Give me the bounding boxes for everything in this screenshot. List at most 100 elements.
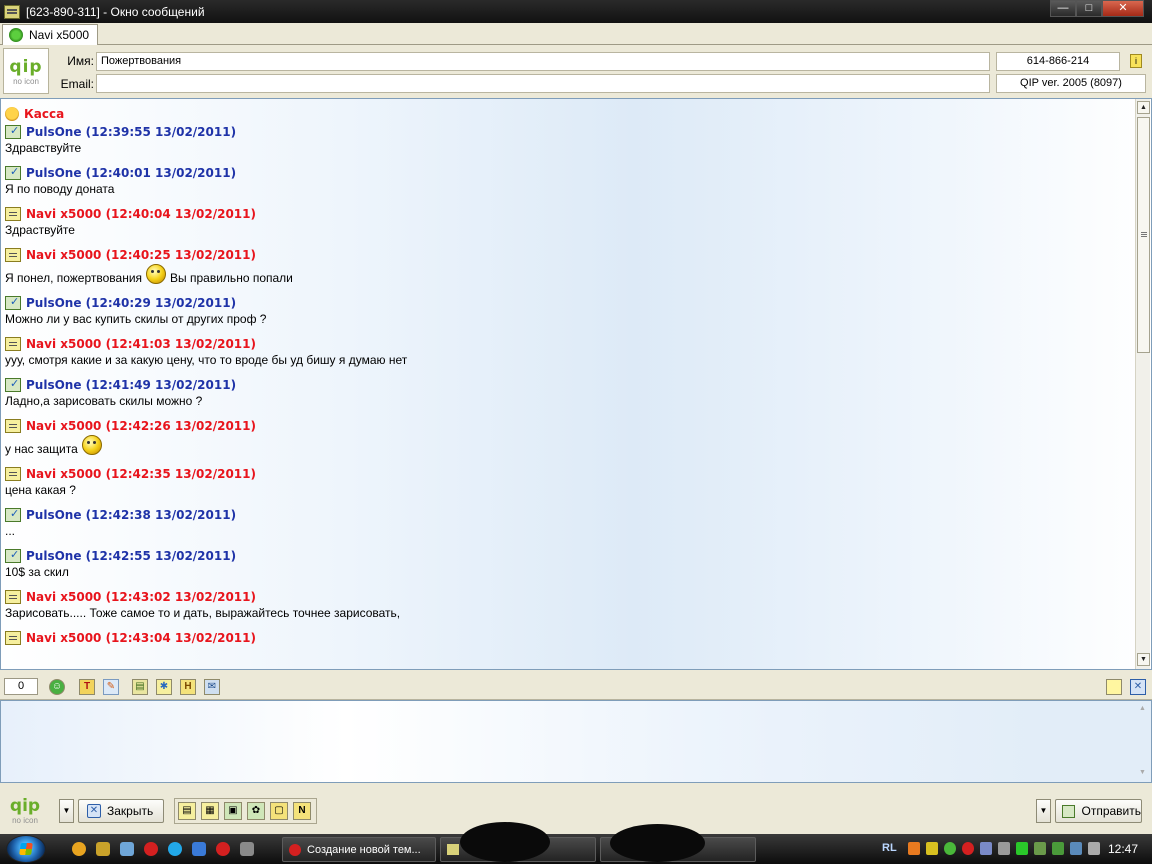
message-sender: PulsOne (12:41:49 13/02/2011) (26, 378, 237, 392)
scroll-up-arrow[interactable]: ▲ (1137, 101, 1150, 114)
quicklaunch-ie-icon[interactable] (192, 842, 206, 856)
save-history-icon[interactable]: ▤ (132, 679, 148, 695)
message-toolbar: 0 ☺ T ✎ ▤ ✱ H ✉ ✕ (0, 673, 1152, 700)
send-button[interactable]: Отправить (1055, 799, 1142, 823)
font-icon[interactable]: T (79, 679, 95, 695)
tray-network-icon[interactable] (1016, 842, 1028, 855)
tray-icon-5[interactable] (980, 842, 992, 855)
new-note-icon[interactable] (1106, 679, 1122, 695)
message-item: Navi x5000 (12:43:04 13/02/2011) (5, 629, 1125, 647)
message-text-part: ... (5, 524, 16, 538)
client-version: QIP ver. 2005 (8097) (996, 74, 1146, 93)
windows-taskbar: Создание новой тем... RL 12:47 (0, 822, 1152, 864)
email-field[interactable] (96, 74, 990, 93)
start-button[interactable] (6, 835, 46, 863)
tray-icon-8[interactable] (1034, 842, 1046, 855)
message-item: PulsOne (12:40:29 13/02/2011) Можно ли у … (5, 294, 1125, 327)
tray-qip-icon[interactable] (944, 842, 956, 855)
quicklaunch-misc-icon[interactable] (240, 842, 254, 856)
incoming-message-icon (5, 377, 21, 392)
scroll-down-arrow[interactable]: ▼ (1137, 653, 1150, 666)
color-icon[interactable]: ✎ (103, 679, 119, 695)
taskbar-opera-label: Создание новой тем... (307, 843, 421, 856)
contact-details-icon[interactable]: ✉ (204, 679, 220, 695)
close-window-button[interactable]: ✕ (1102, 0, 1144, 17)
tray-opera-icon[interactable] (962, 842, 974, 855)
close-panel-icon[interactable]: ✕ (1130, 679, 1146, 695)
kassa-icon (5, 107, 19, 121)
contact-info-icon[interactable]: i (1130, 54, 1142, 68)
quicklaunch-tool-icon[interactable] (96, 842, 110, 856)
message-header: Navi x5000 (12:42:35 13/02/2011) (5, 465, 1125, 483)
message-header: Navi x5000 (12:43:04 13/02/2011) (5, 629, 1125, 647)
message-header: PulsOne (12:40:01 13/02/2011) (5, 164, 1125, 182)
tray-icon-2[interactable] (926, 842, 938, 855)
message-sender: PulsOne (12:39:55 13/02/2011) (26, 125, 237, 139)
message-text-part: ууу, смотря какие и за какую цену, что т… (5, 353, 408, 367)
outgoing-message-icon (5, 337, 21, 351)
tray-volume-icon[interactable] (998, 842, 1010, 855)
close-button[interactable]: ✕ Закрыть (78, 799, 164, 823)
quick-action-2-icon[interactable]: ▦ (201, 802, 219, 820)
message-sender: PulsOne (12:40:01 13/02/2011) (26, 166, 237, 180)
tray-icon-10[interactable] (1070, 842, 1082, 855)
quick-action-5-icon[interactable]: ▢ (270, 802, 288, 820)
message-item: Navi x5000 (12:43:02 13/02/2011) Зарисова… (5, 588, 1125, 621)
quicklaunch-avast-icon[interactable] (72, 842, 86, 856)
message-input[interactable] (5, 705, 1130, 778)
quick-action-4-icon[interactable]: ✿ (247, 802, 265, 820)
input-scroll-up-arrow[interactable]: ▲ (1136, 703, 1149, 716)
taskbar-opera-window[interactable]: Создание новой тем... (282, 837, 436, 862)
name-field[interactable]: Пожертвования (96, 52, 990, 71)
qip-window-icon (447, 844, 459, 855)
message-text-part: Зарисовать..... Тоже самое то и дать, вы… (5, 606, 401, 620)
smiley-picker-icon[interactable]: ☺ (49, 679, 65, 695)
tray-icon-1[interactable] (908, 842, 920, 855)
message-sender: Navi x5000 (12:42:35 13/02/2011) (26, 467, 256, 481)
message-sender: PulsOne (12:42:55 13/02/2011) (26, 549, 237, 563)
message-header: Navi x5000 (12:43:02 13/02/2011) (5, 588, 1125, 606)
send-options-dropdown[interactable]: ▼ (1036, 799, 1051, 823)
tray-icon-11[interactable] (1088, 842, 1100, 855)
close-button-label: Закрыть (107, 804, 154, 818)
avatar-caption: no icon (13, 76, 39, 86)
quicklaunch-network-icon[interactable] (120, 842, 134, 856)
message-header: PulsOne (12:42:38 13/02/2011) (5, 506, 1125, 524)
message-input-area[interactable]: ▲ ▼ (0, 700, 1152, 783)
quick-action-6-icon[interactable]: N (293, 802, 311, 820)
email-label: Email: (60, 77, 94, 91)
tray-icon-9[interactable] (1052, 842, 1064, 855)
online-status-icon (9, 28, 23, 42)
send-file-icon[interactable]: ✱ (156, 679, 172, 695)
message-item: Navi x5000 (12:42:26 13/02/2011) у нас за… (5, 417, 1125, 457)
maximize-button[interactable]: □ (1076, 0, 1102, 17)
history-icon[interactable]: H (180, 679, 196, 695)
minimize-button[interactable]: — (1050, 0, 1076, 17)
message-sender: Navi x5000 (12:40:04 13/02/2011) (26, 207, 256, 221)
quick-action-3-icon[interactable]: ▣ (224, 802, 242, 820)
redacted-area (460, 822, 550, 862)
message-item: Navi x5000 (12:40:04 13/02/2011) Здраству… (5, 205, 1125, 238)
close-options-dropdown[interactable]: ▼ (59, 799, 74, 823)
incoming-message-icon (5, 165, 21, 180)
outgoing-message-icon (5, 467, 21, 481)
quicklaunch-opera2-icon[interactable] (216, 842, 230, 856)
taskbar-clock[interactable]: 12:47 (1108, 842, 1138, 856)
chat-log[interactable]: Касса PulsOne (12:39:55 13/02/2011) Здрав… (0, 98, 1152, 670)
message-text: Ладно,а зарисовать скилы можно ? (5, 394, 1125, 409)
scroll-thumb[interactable] (1137, 117, 1150, 353)
message-window-icon (4, 4, 20, 19)
chat-scrollbar[interactable]: ▲ ▼ (1135, 99, 1150, 669)
input-scrollbar[interactable]: ▲ ▼ (1135, 701, 1150, 782)
message-header: Navi x5000 (12:42:26 13/02/2011) (5, 417, 1125, 435)
quicklaunch-opera-icon[interactable] (144, 842, 158, 856)
input-scroll-down-arrow[interactable]: ▼ (1136, 767, 1149, 780)
tab-navi-x5000[interactable]: Navi x5000 (2, 24, 99, 45)
contact-avatar[interactable]: qip no icon (3, 48, 49, 94)
quick-action-1-icon[interactable]: ▤ (178, 802, 196, 820)
own-avatar[interactable]: qip no icon (3, 788, 47, 832)
language-indicator[interactable]: RL (882, 842, 897, 854)
window-controls: — □ ✕ (1050, 0, 1144, 17)
quicklaunch-skype-icon[interactable] (168, 842, 182, 856)
redacted-area-2 (610, 824, 705, 862)
